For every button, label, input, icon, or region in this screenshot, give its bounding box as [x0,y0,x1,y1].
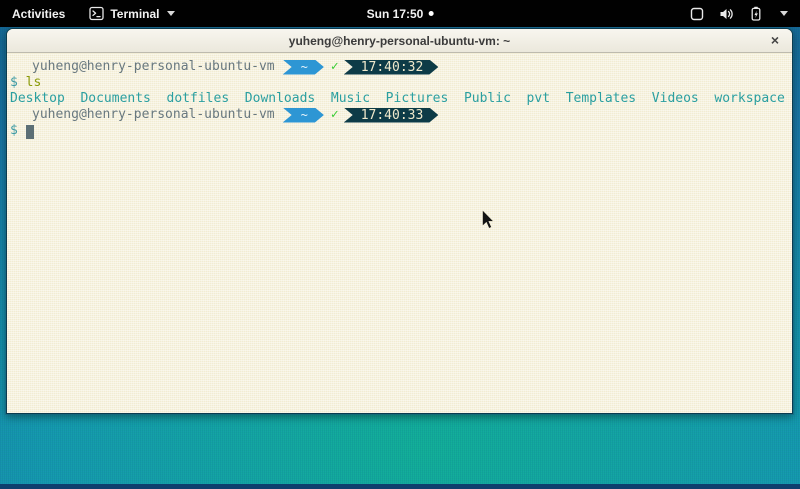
prompt-symbol: $ [10,75,18,91]
window-titlebar[interactable]: yuheng@henry-personal-ubuntu-vm: ~ × [7,29,792,53]
notification-dot-icon [428,11,433,16]
prompt-line: yuheng@henry-personal-ubuntu-vm ~ ✓ 17:4… [10,107,792,123]
chevron-down-icon [167,11,175,16]
typed-command: ls [26,75,42,91]
app-menu-label: Terminal [110,7,159,21]
chevron-down-icon [780,11,788,16]
clock-button[interactable]: Sun 17:50 [367,0,434,27]
prompt-symbol: $ [10,123,18,139]
app-menu-button[interactable]: Terminal [77,0,187,27]
clock-label: Sun 17:50 [367,7,424,21]
cwd-segment: ~ [283,60,324,75]
prompt-user-host: yuheng@henry-personal-ubuntu-vm [32,107,275,123]
wallpaper-bottom-strip [0,484,800,489]
terminal-icon [89,6,104,21]
volume-icon [719,7,734,21]
battery-charging-icon [749,6,763,21]
status-check-icon: ✓ [331,59,339,75]
activities-button[interactable]: Activities [0,0,77,27]
prompt-user-host: yuheng@henry-personal-ubuntu-vm [32,59,275,75]
cwd-segment: ~ [283,108,324,123]
terminal-cursor [26,125,34,139]
time-segment: 17:40:33 [344,108,439,123]
ls-output: Desktop Documents dotfiles Downloads Mus… [10,91,792,107]
screen-share-icon [690,7,704,21]
system-tray-button[interactable] [678,0,800,27]
time-segment: 17:40:32 [344,60,439,75]
terminal-window: yuheng@henry-personal-ubuntu-vm: ~ × yuh… [6,28,793,414]
terminal-body[interactable]: yuheng@henry-personal-ubuntu-vm ~ ✓ 17:4… [7,54,792,413]
command-line: $ ls [10,75,792,91]
status-check-icon: ✓ [331,107,339,123]
window-title: yuheng@henry-personal-ubuntu-vm: ~ [289,34,510,48]
input-line: $ [10,123,792,139]
close-button[interactable]: × [768,29,782,53]
top-bar: Activities Terminal Sun 17:50 [0,0,800,27]
prompt-line: yuheng@henry-personal-ubuntu-vm ~ ✓ 17:4… [10,59,792,75]
